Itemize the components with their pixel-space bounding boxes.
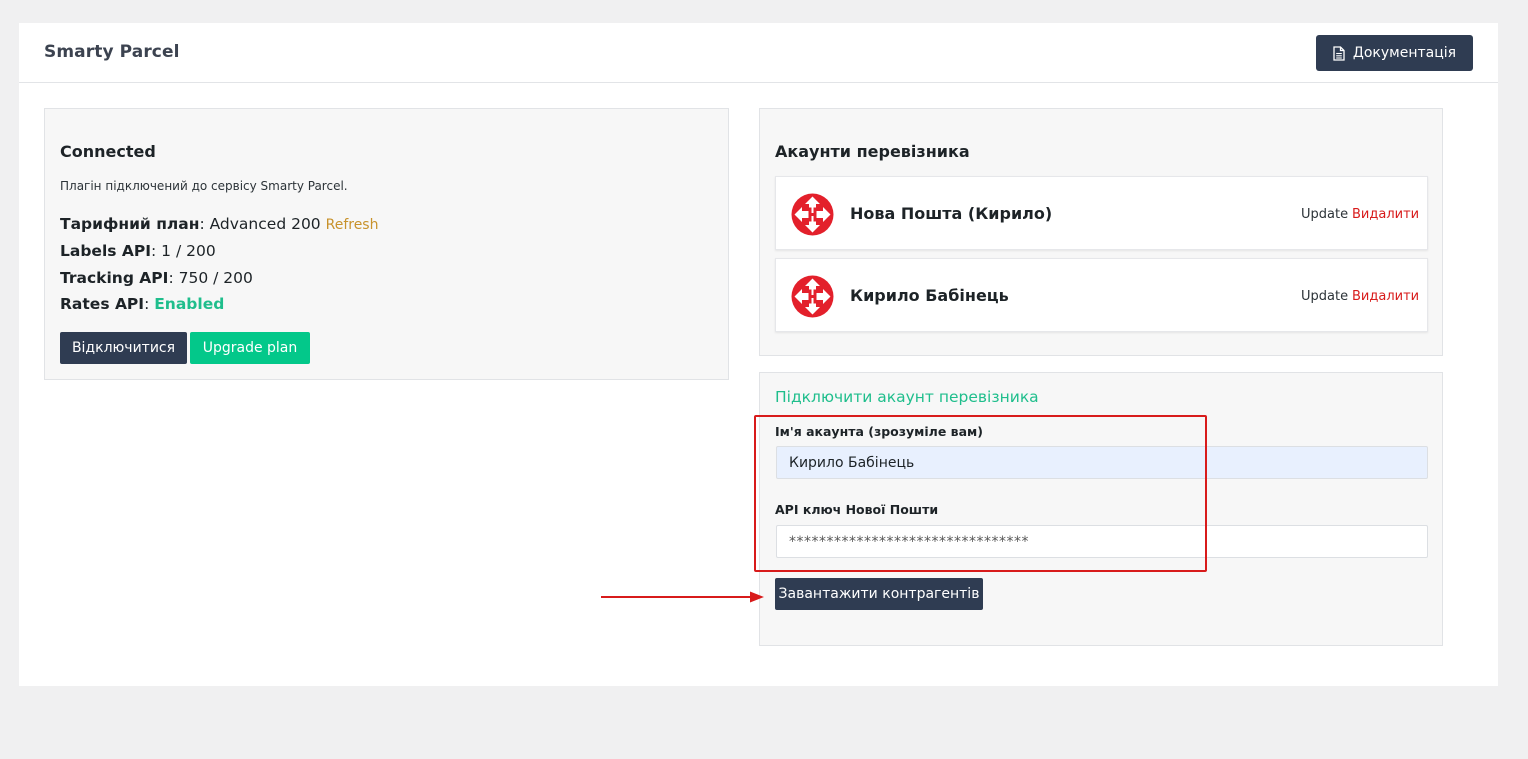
documentation-button-label: Документація [1352,45,1457,61]
account-delete-link[interactable]: Видалити [1352,289,1419,304]
connect-carrier-title: Підключити акаунт перевізника [775,388,1039,406]
account-name-label: Ім'я акаунта (зрозуміле вам) [775,424,983,439]
nova-poshta-logo-icon [791,275,834,318]
settings-card: Smarty Parcel Документація Connected Пла… [19,23,1498,686]
upgrade-plan-button[interactable]: Upgrade plan [190,332,310,364]
rates-api-label: Rates API [60,295,145,313]
account-update-link[interactable]: Update [1301,289,1348,304]
connect-carrier-panel: Підключити акаунт перевізника Ім'я акаун… [759,372,1443,646]
account-row: Нова Пошта (Кирило) Update Видалити [775,176,1428,250]
refresh-link[interactable]: Refresh [326,217,379,233]
load-counterparties-button[interactable]: Завантажити контрагентів [775,578,983,610]
nova-poshta-logo-icon [791,193,834,236]
account-row: Кирило Бабінець Update Видалити [775,258,1428,332]
api-key-label: API ключ Нової Пошти [775,502,939,517]
labels-api-label: Labels API [60,242,152,260]
account-update-link[interactable]: Update [1301,207,1348,222]
rates-api-line: Rates API: Enabled [60,295,225,313]
plan-line: Тарифний план: Advanced 200 Refresh [60,215,379,233]
status-description: Плагін підключений до сервісу Smarty Par… [60,179,348,193]
account-name: Кирило Бабінець [850,286,1009,305]
documentation-button[interactable]: Документація [1316,35,1473,71]
plan-label: Тарифний план [60,215,200,233]
connection-status-panel: Connected Плагін підключений до сервісу … [44,108,729,380]
status-title: Connected [60,142,156,161]
tracking-api-line: Tracking API: 750 / 200 [60,269,253,287]
account-name: Нова Пошта (Кирило) [850,204,1053,223]
account-name-input[interactable] [776,446,1428,479]
accounts-title: Акаунти перевізника [775,142,970,161]
labels-api-value: 1 / 200 [161,242,216,260]
labels-api-line: Labels API: 1 / 200 [60,242,216,260]
page-title: Smarty Parcel [44,42,180,62]
document-icon [1333,45,1345,61]
tracking-api-label: Tracking API [60,269,169,287]
rates-api-status: Enabled [154,295,225,313]
plan-value: Advanced 200 [209,215,321,233]
annotation-arrow-icon [600,589,768,608]
account-delete-link[interactable]: Видалити [1352,207,1419,222]
tracking-api-value: 750 / 200 [178,269,253,287]
disconnect-button[interactable]: Відключитися [60,332,187,364]
carrier-accounts-panel: Акаунти перевізника Нова Пошта (Кирило) … [759,108,1443,356]
page-header: Smarty Parcel Документація [19,23,1498,83]
api-key-input[interactable] [776,525,1428,558]
